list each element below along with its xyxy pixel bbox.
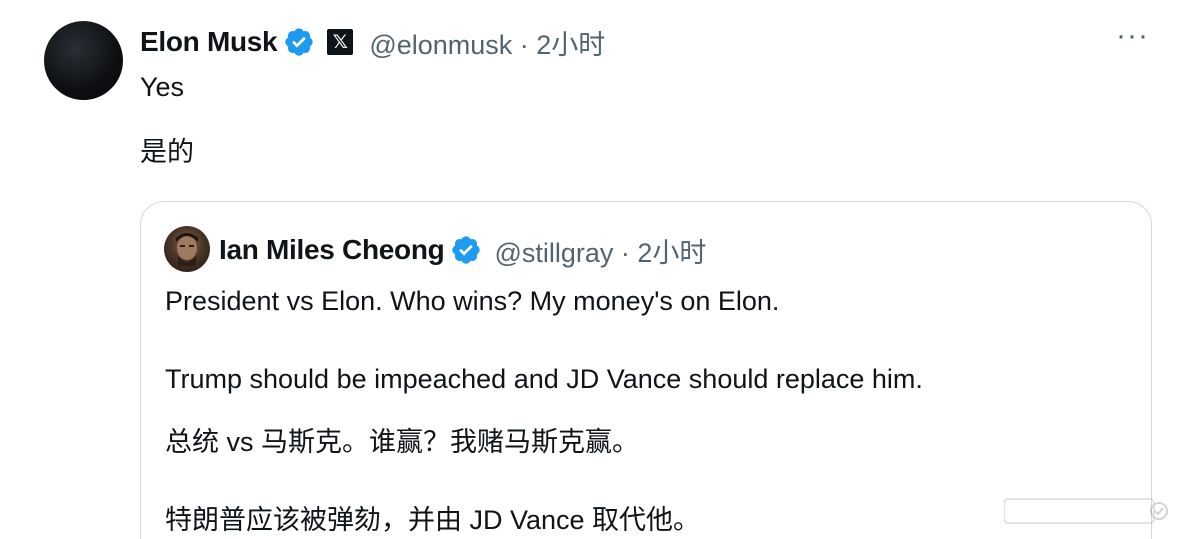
avatar-face-icon: [176, 233, 198, 266]
watermark-icon: [1004, 498, 1168, 524]
tweet-header: Elon Musk 𝕏 @elonmusk · 2小时: [140, 22, 605, 62]
verified-badge-icon: [452, 236, 481, 264]
quoted-text-line: 特朗普应该被弹劾，并由 JD Vance 取代他。: [165, 505, 701, 535]
tweet: Elon Musk 𝕏 @elonmusk · 2小时 ··· Yes 是的 I…: [0, 0, 1179, 539]
quoted-author-handle-time[interactable]: @stillgray · 2小时: [494, 231, 706, 270]
quoted-author-name[interactable]: Ian Miles Cheong: [219, 234, 445, 266]
quoted-text-line: Trump should be impeached and JD Vance s…: [165, 364, 923, 394]
author-name[interactable]: Elon Musk: [140, 26, 278, 58]
quoted-tweet-card[interactable]: Ian Miles Cheong @stillgray · 2小时 Presid…: [140, 201, 1152, 539]
tweet-text-line: 是的: [140, 137, 194, 167]
more-icon[interactable]: ···: [1116, 21, 1149, 51]
verified-badge-icon: [285, 28, 313, 56]
author-handle-time[interactable]: @elonmusk · 2小时: [369, 23, 605, 62]
avatar-elon-musk[interactable]: [44, 21, 123, 100]
avatar-ian-miles-cheong: [164, 226, 210, 272]
quoted-text-line: President vs Elon. Who wins? My money's …: [165, 286, 780, 316]
quoted-text-line: 总统 vs 马斯克。谁赢？我赌马斯克赢。: [165, 427, 640, 457]
x-logo-icon: 𝕏: [327, 29, 354, 55]
tweet-text-line: Yes: [140, 72, 185, 102]
quoted-tweet-header: Ian Miles Cheong @stillgray · 2小时: [219, 230, 706, 270]
